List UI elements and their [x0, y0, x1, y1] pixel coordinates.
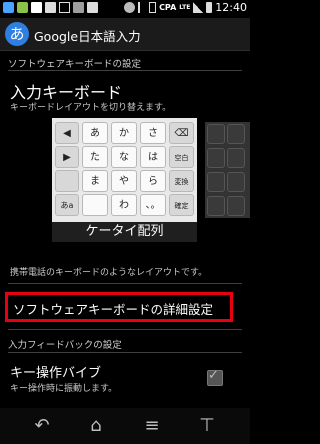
layout-description: 携帯電話のキーボードのようなレイアウトです。 — [10, 268, 208, 278]
navigation-bar: ↶ ⌂ ≡ ⊤ — [0, 408, 250, 444]
section-divider — [8, 352, 242, 353]
status-bar: CPA LTE 12:40 — [0, 0, 250, 18]
pref-summary: キー操作時に振動します。 — [10, 384, 118, 394]
software-keyboard-detail-settings[interactable]: ソフトウェアキーボードの詳細設定 — [13, 299, 213, 318]
app-icon — [17, 2, 28, 13]
n-icon — [87, 2, 98, 13]
key-sa: さ — [140, 122, 166, 144]
section-divider — [8, 70, 242, 71]
image-icon — [73, 2, 84, 13]
key-left: ◀ — [55, 122, 79, 144]
nfc-icon — [124, 2, 136, 13]
key-enter: 確定 — [169, 194, 194, 216]
download-icon — [59, 2, 70, 13]
key-undo — [55, 170, 79, 192]
key-ma: ま — [82, 170, 108, 192]
key-convert: 変換 — [169, 170, 194, 192]
carrier-label: CPA — [159, 3, 177, 12]
key-mode: あa — [55, 194, 79, 216]
vibrate-icon — [149, 2, 157, 13]
key-na: な — [111, 146, 137, 168]
key-ha: は — [140, 146, 166, 168]
bluetooth-icon — [138, 2, 146, 13]
divider — [8, 283, 242, 284]
clock: 12:40 — [215, 1, 247, 14]
key-a: あ — [82, 122, 108, 144]
key-ta: た — [82, 146, 108, 168]
keyboard-keys: ◀ あ か さ ⌫ ▶ た な は 空白 ま や ら 変換 あa わ 、。 確定 — [55, 122, 194, 218]
gmail-icon — [31, 2, 42, 13]
key-ya: や — [111, 170, 137, 192]
section-header-input-feedback: 入力フィードバックの設定 — [8, 340, 122, 351]
status-left-icons — [3, 2, 98, 13]
key-space: 空白 — [169, 146, 194, 168]
key-ka: か — [111, 122, 137, 144]
recent-apps-icon[interactable]: ⊤ — [195, 416, 219, 436]
check-icon: ✓ — [208, 368, 219, 383]
home-icon[interactable]: ⌂ — [84, 416, 108, 436]
back-icon[interactable]: ↶ — [30, 416, 54, 436]
signal-icon — [193, 2, 204, 13]
key-backspace: ⌫ — [169, 122, 194, 144]
pref-title: キー操作バイブ — [10, 366, 102, 381]
next-keyboard-layout-preview[interactable] — [205, 122, 250, 218]
n-icon — [45, 2, 56, 13]
battery-icon — [206, 2, 213, 13]
keyboard-layout-name: ケータイ配列 — [52, 222, 197, 242]
app-logo-icon[interactable]: あ — [5, 22, 29, 46]
app-title: Google日本語入力 — [34, 29, 141, 44]
notification-icon — [3, 2, 14, 13]
action-bar: あ Google日本語入力 — [0, 18, 250, 51]
network-label: LTE — [179, 4, 191, 11]
section-header-software-keyboard: ソフトウェアキーボードの設定 — [8, 59, 142, 70]
divider — [8, 329, 242, 330]
key-wa: わ — [111, 194, 137, 216]
key-ra: ら — [140, 170, 166, 192]
pref-summary: キーボードレイアウトを切り替えます。 — [10, 103, 172, 113]
key-punct: 、。 — [140, 194, 166, 216]
key-modifier — [82, 194, 108, 216]
menu-icon[interactable]: ≡ — [140, 416, 164, 436]
status-right: CPA LTE 12:40 — [124, 1, 247, 14]
key-right: ▶ — [55, 146, 79, 168]
